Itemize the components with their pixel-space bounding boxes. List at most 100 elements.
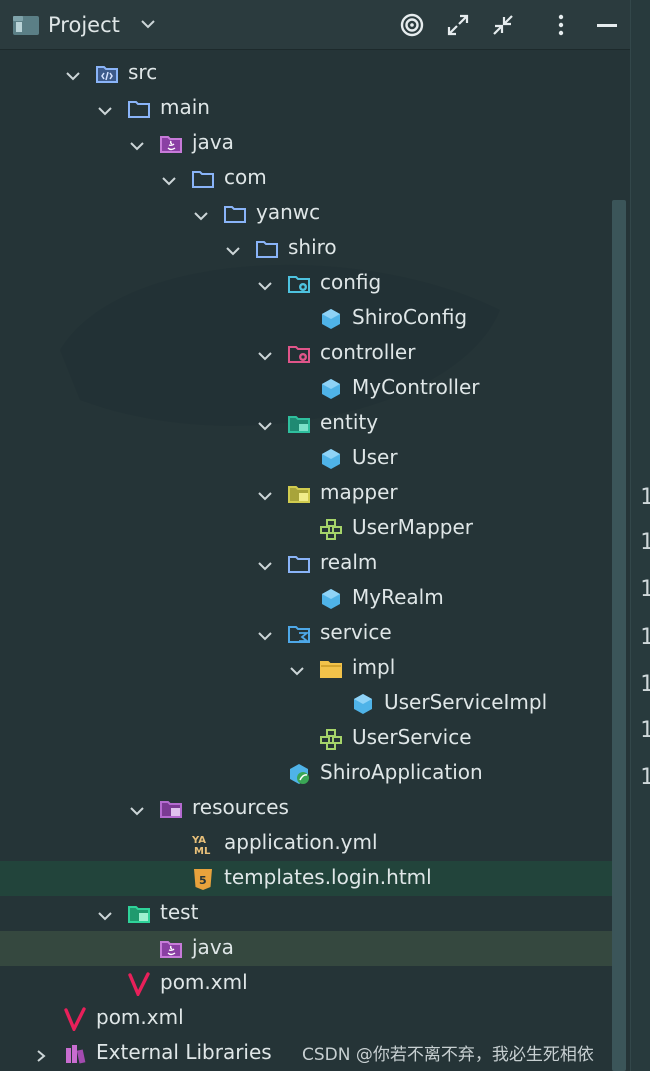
- tree-item-label: test: [160, 900, 199, 924]
- resources-folder-icon: [159, 797, 183, 821]
- tree-item-label: service: [320, 620, 392, 644]
- panel-title[interactable]: Project: [48, 13, 120, 37]
- svg-text:5: 5: [199, 874, 207, 887]
- tree-row[interactable]: main: [0, 91, 612, 126]
- tree-row[interactable]: UserMapper: [0, 511, 612, 546]
- chevron-down-icon[interactable]: [97, 102, 113, 116]
- chevron-down-icon[interactable]: [257, 627, 273, 641]
- source-folder-icon: [95, 62, 119, 86]
- tree-item-label: com: [224, 165, 267, 189]
- tree-item-label: resources: [192, 795, 289, 819]
- service-folder-icon: [287, 622, 311, 646]
- chevron-down-icon[interactable]: [257, 487, 273, 501]
- tree-row[interactable]: pom.xml: [0, 1001, 612, 1036]
- interface-icon: [319, 727, 343, 751]
- spring-app-icon: [287, 762, 311, 786]
- more-options-icon[interactable]: [548, 12, 574, 38]
- gutter-line-number: 1: [640, 530, 650, 555]
- chevron-down-icon[interactable]: [129, 137, 145, 151]
- tree-row[interactable]: MyRealm: [0, 581, 612, 616]
- tree-row[interactable]: test: [0, 896, 612, 931]
- tree-item-label: application.yml: [224, 830, 378, 854]
- tree-item-label: templates.login.html: [224, 865, 432, 889]
- hide-panel-icon[interactable]: [594, 12, 620, 38]
- gutter-line-number: 1: [640, 718, 650, 743]
- chevron-down-icon[interactable]: [129, 802, 145, 816]
- vertical-scrollbar[interactable]: [612, 200, 626, 1071]
- chevron-down-icon[interactable]: [161, 172, 177, 186]
- tree-item-label: impl: [352, 655, 396, 679]
- java-source-folder-icon: [159, 937, 183, 961]
- tree-row[interactable]: 5 templates.login.html: [0, 861, 612, 896]
- tree-row[interactable]: ShiroApplication: [0, 756, 612, 791]
- tree-item-label: entity: [320, 410, 379, 434]
- tree-row[interactable]: java: [0, 126, 612, 161]
- impl-folder-icon: [319, 657, 343, 681]
- target-icon[interactable]: [399, 12, 425, 38]
- tree-row[interactable]: UserServiceImpl: [0, 686, 612, 721]
- tree-item-label: UserServiceImpl: [384, 690, 548, 714]
- tree-item-label: main: [160, 95, 210, 119]
- tree-row[interactable]: MyController: [0, 371, 612, 406]
- collapse-all-icon[interactable]: [490, 12, 516, 38]
- chevron-down-icon[interactable]: [193, 207, 209, 221]
- tree-item-label: controller: [320, 340, 416, 364]
- test-folder-icon: [127, 902, 151, 926]
- tree-item-label: MyRealm: [352, 585, 444, 609]
- chevron-down-icon[interactable]: [257, 277, 273, 291]
- svg-text:ML: ML: [194, 846, 211, 856]
- chevron-down-icon[interactable]: [97, 907, 113, 921]
- tree-row[interactable]: com: [0, 161, 612, 196]
- tree-row[interactable]: mapper: [0, 476, 612, 511]
- class-icon: [351, 692, 375, 716]
- tree-row[interactable]: impl: [0, 651, 612, 686]
- chevron-down-icon[interactable]: [225, 242, 241, 256]
- gutter-line-number: 1: [640, 625, 650, 650]
- tree-row[interactable]: realm: [0, 546, 612, 581]
- gutter-line-number: 1: [640, 765, 650, 790]
- chevron-down-icon[interactable]: [65, 67, 81, 81]
- package-folder-icon: [287, 552, 311, 576]
- tree-item-label: pom.xml: [96, 1005, 184, 1029]
- tree-item-label: UserService: [352, 725, 472, 749]
- expand-all-icon[interactable]: [445, 12, 471, 38]
- gutter-line-number: 1: [640, 577, 650, 602]
- maven-icon: [63, 1007, 87, 1034]
- tree-item-label: UserMapper: [352, 515, 474, 539]
- project-folder-icon: [13, 16, 39, 35]
- tree-row[interactable]: pom.xml: [0, 966, 612, 1001]
- tree-row[interactable]: controller: [0, 336, 612, 371]
- tree-row[interactable]: src: [0, 56, 612, 91]
- svg-text:YA: YA: [191, 835, 206, 846]
- tree-row[interactable]: YA ML application.yml: [0, 826, 612, 861]
- tree-row[interactable]: java: [0, 931, 612, 966]
- chevron-right-icon[interactable]: [33, 1047, 49, 1062]
- tree-item-label: mapper: [320, 480, 398, 504]
- tree-row[interactable]: config: [0, 266, 612, 301]
- maven-icon: [127, 972, 151, 999]
- tree-row[interactable]: User: [0, 441, 612, 476]
- tree-row[interactable]: yanwc: [0, 196, 612, 231]
- folder-icon: [127, 97, 151, 121]
- chevron-down-icon[interactable]: [257, 557, 273, 571]
- chevron-down-icon[interactable]: [257, 347, 273, 361]
- chevron-down-icon[interactable]: [289, 662, 305, 676]
- tree-row[interactable]: service: [0, 616, 612, 651]
- tree-item-label: src: [128, 60, 158, 84]
- mapper-folder-icon: [287, 482, 311, 506]
- class-icon: [319, 587, 343, 611]
- tree-row[interactable]: resources: [0, 791, 612, 826]
- package-folder-icon: [255, 237, 279, 261]
- tree-item-label: shiro: [288, 235, 337, 259]
- chevron-down-icon[interactable]: [257, 417, 273, 431]
- tree-item-label: java: [192, 935, 234, 959]
- tree-item-label: config: [320, 270, 382, 294]
- chevron-down-icon[interactable]: [140, 18, 156, 30]
- tree-row[interactable]: UserService: [0, 721, 612, 756]
- tree-row[interactable]: entity: [0, 406, 612, 441]
- tree-item-label: ShiroConfig: [352, 305, 468, 329]
- class-icon: [319, 307, 343, 331]
- html-file-icon: 5: [191, 867, 215, 891]
- tree-row[interactable]: ShiroConfig: [0, 301, 612, 336]
- tree-row[interactable]: shiro: [0, 231, 612, 266]
